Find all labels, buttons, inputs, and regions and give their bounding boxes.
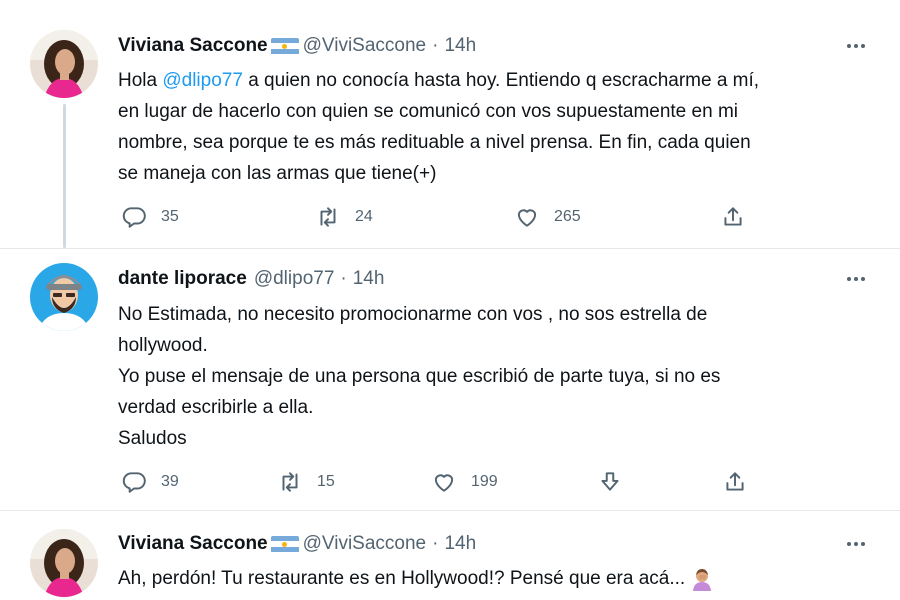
- reply-button[interactable]: 39: [121, 469, 179, 495]
- thread-line: [63, 104, 66, 248]
- text-segment: Hola: [118, 70, 163, 91]
- avatar-viviana[interactable]: [30, 529, 98, 597]
- reply-icon: [122, 207, 146, 228]
- more-icon[interactable]: [844, 36, 868, 56]
- retweet-count: 15: [317, 473, 335, 490]
- like-button[interactable]: 265: [514, 204, 581, 230]
- retweet-button[interactable]: 15: [277, 469, 335, 495]
- tweet-timestamp[interactable]: 14h: [353, 268, 385, 290]
- retweet-button[interactable]: 24: [315, 204, 373, 230]
- tweet-3[interactable]: Viviana Saccone @ViviSaccone · 14h Ah, p…: [0, 510, 900, 600]
- reply-count: 39: [161, 473, 179, 490]
- tweet-header: dante liporace @dlipo77 · 14h: [118, 266, 384, 292]
- tweet-text-line: Hola @dlipo77 a quien no conocía hasta h…: [118, 65, 863, 96]
- tweet-text: No Estimada, no necesito promocionarme c…: [118, 299, 863, 454]
- tweet-text-line: Ah, perdón! Tu restaurante es en Hollywo…: [118, 563, 863, 594]
- tweet-header: Viviana Saccone @ViviSaccone · 14h: [118, 33, 476, 59]
- author-handle[interactable]: @dlipo77: [254, 268, 335, 290]
- like-count: 199: [471, 473, 498, 490]
- reply-count: 35: [161, 208, 179, 225]
- heart-icon: [517, 209, 537, 227]
- author-name[interactable]: dante liporace: [118, 268, 247, 290]
- tweet-2[interactable]: dante liporace @dlipo77 · 14h No Estimad…: [0, 248, 900, 510]
- avatar-dante[interactable]: [30, 263, 98, 331]
- tweet-header: Viviana Saccone @ViviSaccone · 14h: [118, 531, 476, 557]
- reply-button[interactable]: 35: [121, 204, 179, 230]
- author-handle[interactable]: @ViviSaccone: [303, 35, 427, 57]
- tweet-timestamp[interactable]: 14h: [444, 35, 476, 57]
- author-name[interactable]: Viviana Saccone: [118, 533, 268, 555]
- share-icon: [724, 207, 742, 226]
- tweet-text-line: nombre, sea porque te es más redituable …: [118, 132, 751, 153]
- text-segment: a quien no conocía hasta hoy. Entiendo q…: [242, 70, 760, 91]
- tweet-text-line: No Estimada, no necesito promocionarme c…: [118, 304, 708, 325]
- tweet-text-line: se maneja con las armas que tiene(+): [118, 163, 437, 184]
- argentina-flag-icon: [270, 535, 299, 553]
- tweet-text: Hola @dlipo77 a quien no conocía hasta h…: [118, 65, 863, 189]
- retweet-icon: [282, 472, 298, 492]
- heart-icon: [434, 474, 454, 492]
- mention-link[interactable]: @dlipo77: [162, 70, 243, 91]
- tweet-text-line: verdad escribirle a ella.: [118, 397, 314, 418]
- author-handle[interactable]: @ViviSaccone: [303, 533, 427, 555]
- text-segment: Ah, perdón! Tu restaurante es en Hollywo…: [118, 568, 686, 589]
- tweet-1[interactable]: Viviana Saccone @ViviSaccone · 14h Hola …: [0, 0, 900, 248]
- like-button[interactable]: 199: [431, 469, 498, 495]
- separator-dot: ·: [432, 533, 439, 554]
- downvote-button[interactable]: [597, 469, 623, 495]
- downvote-icon: [601, 472, 619, 491]
- separator-dot: ·: [340, 268, 347, 289]
- tweet-text: Ah, perdón! Tu restaurante es en Hollywo…: [118, 563, 863, 594]
- avatar-viviana[interactable]: [30, 30, 98, 98]
- argentina-flag-icon: [270, 37, 299, 55]
- retweet-icon: [320, 207, 336, 227]
- more-icon[interactable]: [844, 269, 868, 289]
- share-icon: [726, 472, 744, 491]
- tweet-text-line: Saludos: [118, 428, 187, 449]
- tweet-text-line: Yo puse el mensaje de una persona que es…: [118, 366, 721, 387]
- person-facepalming-emoji: [691, 567, 713, 591]
- more-icon[interactable]: [844, 534, 868, 554]
- separator-dot: ·: [432, 35, 439, 56]
- retweet-count: 24: [355, 208, 373, 225]
- tweet-text-line: en lugar de hacerlo con quien se comunic…: [118, 101, 738, 122]
- reply-icon: [122, 472, 146, 493]
- tweet-text-line: hollywood.: [118, 335, 208, 356]
- share-button[interactable]: [722, 469, 748, 495]
- author-name[interactable]: Viviana Saccone: [118, 35, 268, 57]
- like-count: 265: [554, 208, 581, 225]
- tweet-timestamp[interactable]: 14h: [444, 533, 476, 555]
- share-button[interactable]: [720, 204, 746, 230]
